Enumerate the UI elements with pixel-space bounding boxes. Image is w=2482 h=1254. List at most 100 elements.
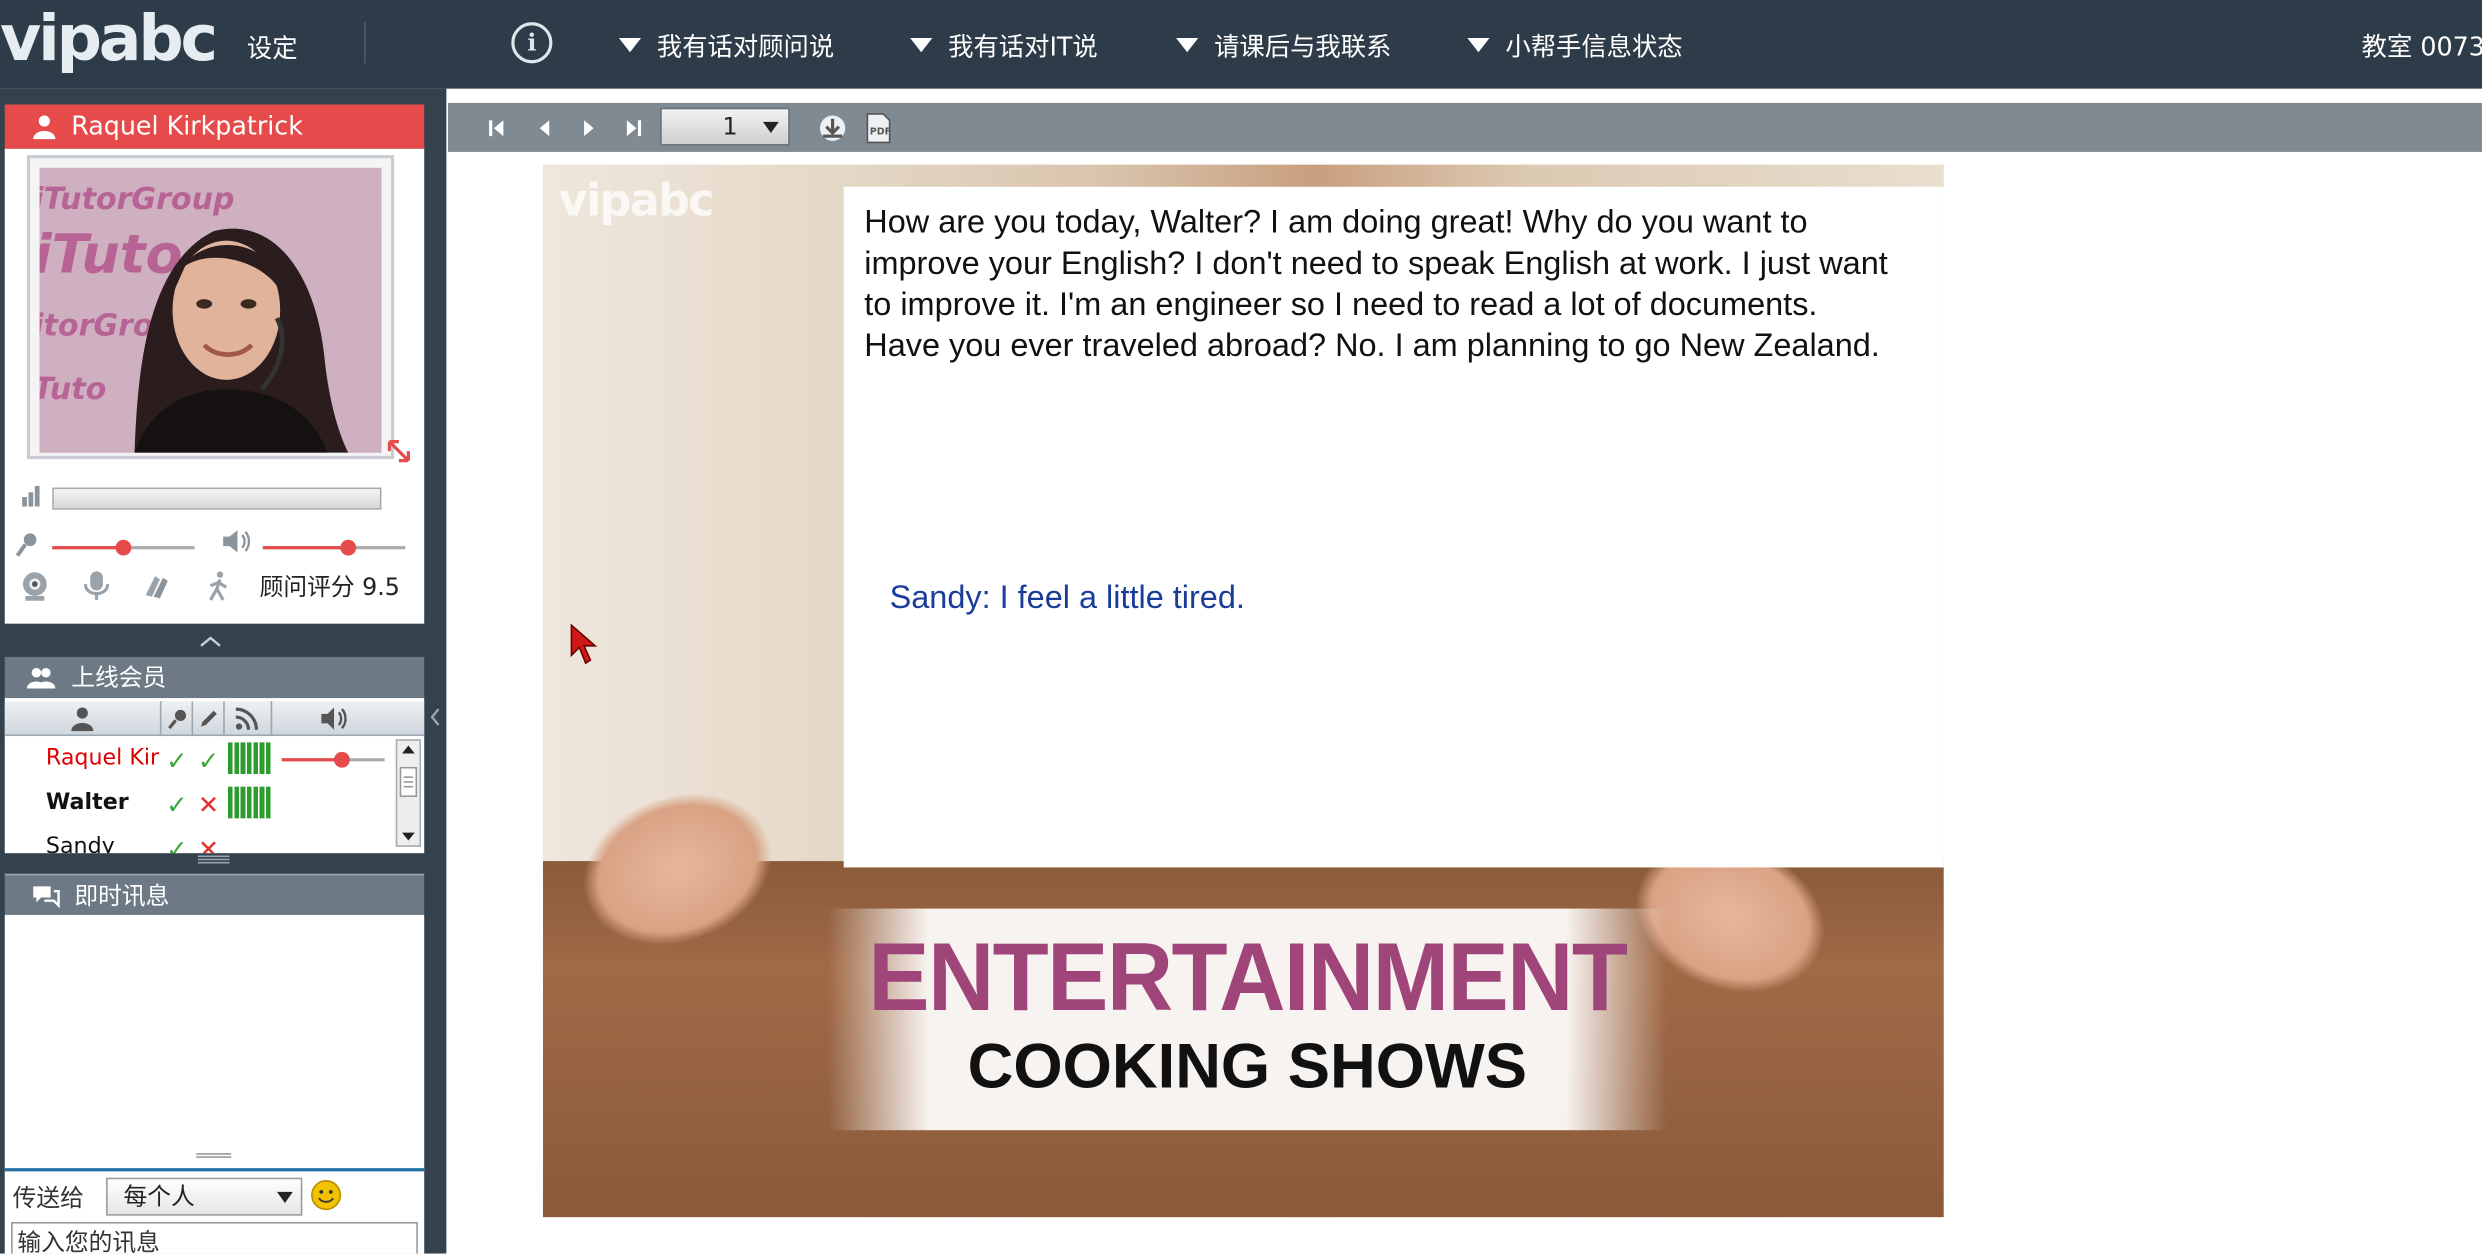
member-name: Sandy	[45, 834, 115, 854]
send-to-select[interactable]: 每个人	[106, 1177, 303, 1216]
network-signal-bars	[227, 786, 273, 819]
members-group-icon	[26, 667, 56, 689]
dropdown-triangle-icon	[910, 37, 933, 52]
col-pen	[193, 701, 225, 737]
svg-text:iTuto: iTuto	[40, 222, 183, 285]
speaker-volume-slider[interactable]	[262, 539, 406, 556]
settings-menu[interactable]: 设定	[247, 27, 298, 65]
member-row[interactable]: Walter ✓ ✕	[5, 782, 391, 826]
online-members-header: 上线会员	[4, 656, 425, 699]
whiteboard-text-box[interactable]: How are you today, Walter? I am doing gr…	[843, 186, 1944, 868]
menu-contact-after-class[interactable]: 请课后与我联系	[1176, 25, 1391, 63]
mouse-pointer-icon	[570, 623, 598, 665]
next-page-icon[interactable]	[578, 117, 600, 139]
dropdown-triangle-icon	[618, 37, 642, 52]
previous-page-icon[interactable]	[533, 117, 555, 139]
download-icon[interactable]	[817, 112, 849, 144]
collapse-left-icon[interactable]	[427, 706, 443, 728]
send-to-label: 传送给	[12, 1184, 84, 1213]
menu-talk-to-it[interactable]: 我有话对IT说	[910, 25, 1098, 63]
message-divider	[4, 1168, 425, 1172]
whiteboard-canvas[interactable]: vipabc ENTERTAINMENT COOKING SHOWS How a…	[447, 151, 2482, 1254]
volume-column-icon	[321, 707, 347, 730]
col-mic	[161, 701, 194, 737]
dropdown-arrow-icon	[277, 1191, 293, 1204]
mic-enabled-check-icon[interactable]: ✓	[166, 746, 187, 776]
classroom-id: 教室 0073	[2361, 31, 2482, 62]
members-scrollbar[interactable]	[395, 739, 422, 847]
page-number-select[interactable]: 1	[660, 107, 790, 146]
dropdown-triangle-icon	[1467, 37, 1490, 52]
message-splitter-handle[interactable]	[195, 1152, 233, 1160]
member-volume-slider[interactable]	[281, 751, 385, 768]
expand-video-icon[interactable]	[385, 437, 413, 465]
pen-column-icon	[201, 710, 217, 727]
members-table: Raquel Kir ✓ ✓ Walter ✓ ✕ Sandy ✓ ✕	[4, 698, 425, 854]
network-signal-bars	[227, 742, 273, 775]
message-input[interactable]: 输入您的讯息	[11, 1221, 418, 1254]
col-signal	[225, 701, 273, 737]
left-panel: Raquel Kirkpatrick iTutorGroup iTuto ito…	[0, 88, 447, 1254]
clap-hands-icon[interactable]	[141, 570, 173, 602]
audio-level-meter	[52, 487, 382, 510]
slide-title-cooking-shows: COOKING SHOWS	[967, 1032, 1527, 1102]
watermark-text: iTutorGroup	[40, 182, 235, 217]
instant-message-header: 即时讯息	[4, 873, 425, 915]
user-column-icon	[71, 707, 94, 732]
menu-label: 我有话对顾问说	[656, 31, 835, 62]
send-to-value: 每个人	[123, 1182, 195, 1211]
info-icon[interactable]: i	[511, 22, 553, 64]
last-page-icon[interactable]	[622, 117, 644, 139]
menu-talk-to-consultant[interactable]: 我有话对顾问说	[618, 25, 835, 63]
first-page-icon[interactable]	[486, 117, 508, 139]
mic-volume-slider[interactable]	[52, 539, 195, 556]
teacher-name: Raquel Kirkpatrick	[71, 110, 303, 141]
member-row[interactable]: Sandy ✓ ✕	[5, 826, 391, 853]
menu-label: 请课后与我联系	[1214, 31, 1392, 62]
member-name: Raquel Kir	[45, 745, 160, 771]
teacher-portrait-image: iTutorGroup iTuto itorGroup Tuto	[39, 167, 382, 453]
menu-helper-status[interactable]: 小帮手信息状态	[1467, 25, 1683, 63]
slide-vipabc-logo: vipabc	[558, 174, 715, 227]
pdf-export-icon[interactable]: PDF	[863, 112, 895, 144]
whiteboard-toolbar: 1 PDF	[447, 102, 2482, 152]
classroom-window: vipabc 设定 i 我有话对顾问说 我有话对IT说 请课后与我联系 小帮手信…	[0, 0, 2482, 1254]
mic-enabled-check-icon[interactable]: ✓	[166, 790, 187, 820]
microphone-device-icon[interactable]	[81, 570, 113, 602]
pen-enabled-check-icon[interactable]: ✓	[198, 746, 219, 776]
pen-disabled-cross-icon[interactable]: ✕	[198, 790, 219, 820]
menu-label: 我有话对IT说	[948, 31, 1098, 62]
col-volume	[272, 701, 424, 736]
panel-splitter-handle[interactable]	[196, 855, 231, 864]
page-number: 1	[722, 112, 738, 141]
emoji-smiley-icon[interactable]	[310, 1179, 342, 1211]
teacher-name-bar: Raquel Kirkpatrick	[4, 104, 425, 149]
member-row[interactable]: Raquel Kir ✓ ✓	[5, 738, 391, 782]
vipabc-logo: vipabc	[0, 3, 218, 76]
instant-message-title: 即时讯息	[74, 881, 170, 911]
webcam-icon[interactable]	[19, 570, 51, 602]
svg-text:Tuto: Tuto	[40, 372, 107, 407]
person-icon	[33, 115, 56, 140]
speaker-icon	[223, 530, 251, 553]
collapse-up-icon[interactable]	[198, 633, 223, 649]
menu-label: 小帮手信息状态	[1505, 31, 1683, 62]
rss-signal-icon	[235, 707, 259, 730]
member-name: Walter	[45, 789, 129, 816]
top-divider	[364, 22, 366, 64]
chat-bubble-icon	[33, 886, 60, 909]
microphone-icon	[15, 533, 37, 557]
pen-disabled-cross-icon[interactable]: ✕	[198, 834, 219, 853]
consultant-rating: 顾问评分 9.5	[259, 573, 400, 602]
mic-column-icon	[168, 709, 186, 730]
sandy-chat-line: Sandy: I feel a little tired.	[889, 579, 1245, 616]
mic-enabled-check-icon[interactable]: ✓	[166, 834, 187, 853]
online-members-title: 上线会员	[71, 663, 167, 692]
walk-away-icon[interactable]	[203, 570, 235, 602]
dropdown-arrow-icon	[762, 121, 779, 133]
col-user	[5, 701, 162, 737]
members-table-header	[4, 701, 425, 737]
instant-message-panel: 传送给 每个人 输入您的讯息	[4, 914, 425, 1254]
signal-level-icon	[22, 485, 40, 507]
svg-text:PDF: PDF	[870, 127, 891, 138]
